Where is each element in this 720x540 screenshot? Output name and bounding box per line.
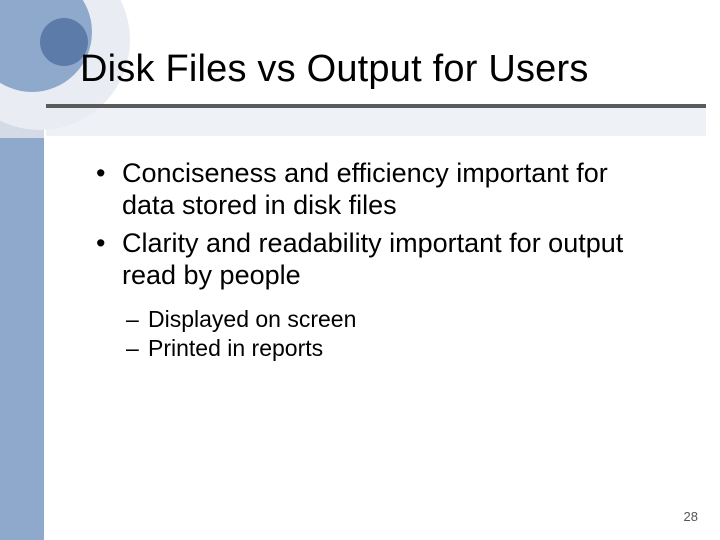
bullet-mark-icon: •: [96, 228, 122, 292]
bullet-text: Clarity and readability important for ou…: [122, 228, 656, 292]
sub-bullet-text: Displayed on screen: [148, 305, 356, 334]
sub-bullet-text: Printed in reports: [148, 334, 323, 363]
slide-title: Disk Files vs Output for Users: [80, 48, 589, 91]
sub-bullet-group: – Displayed on screen – Printed in repor…: [96, 305, 656, 363]
page-number: 28: [684, 509, 698, 524]
bullet-level1: • Conciseness and efficiency important f…: [96, 158, 656, 222]
bullet-text: Conciseness and efficiency important for…: [122, 158, 656, 222]
title-underline: [46, 104, 706, 108]
dash-mark-icon: –: [126, 305, 148, 334]
slide: Disk Files vs Output for Users • Concise…: [0, 0, 720, 540]
slide-body: • Conciseness and efficiency important f…: [96, 158, 656, 363]
bullet-level1: • Clarity and readability important for …: [96, 228, 656, 292]
bullet-level2: – Printed in reports: [126, 334, 656, 363]
dash-mark-icon: –: [126, 334, 148, 363]
bullet-mark-icon: •: [96, 158, 122, 222]
title-band-light: [46, 108, 706, 136]
bullet-level2: – Displayed on screen: [126, 305, 656, 334]
left-sidebar-band: [0, 110, 44, 540]
